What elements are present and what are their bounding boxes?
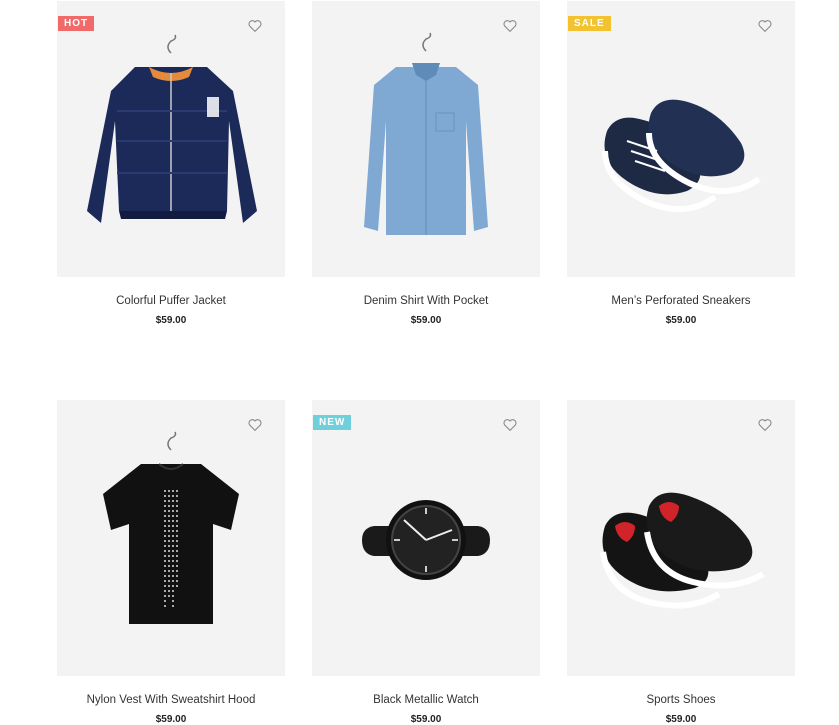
product-title[interactable]: Colorful Puffer Jacket (57, 293, 285, 309)
product-price: $59.00 (665, 714, 697, 725)
product-image[interactable]: SALE (567, 1, 795, 277)
heart-outline-icon[interactable] (757, 18, 773, 34)
badge-sale: SALE (568, 16, 611, 31)
watch-image (362, 500, 490, 580)
sports-shoes-image (600, 492, 765, 609)
product-price: $59.00 (155, 714, 187, 725)
heart-outline-icon[interactable] (502, 417, 518, 433)
sneakers-image (602, 99, 761, 213)
product-image[interactable] (312, 1, 540, 277)
product-price: $59.00 (410, 315, 442, 326)
product-title[interactable]: Sports Shoes (567, 692, 795, 708)
heart-outline-icon[interactable] (247, 18, 263, 34)
heart-outline-icon[interactable] (757, 417, 773, 433)
product-card: Sports Shoes $59.00 (567, 400, 795, 725)
product-price: $59.00 (410, 714, 442, 725)
product-image[interactable] (57, 400, 285, 676)
product-title[interactable]: Denim Shirt With Pocket (312, 293, 540, 309)
heart-outline-icon[interactable] (247, 417, 263, 433)
product-grid: HOT Colorful Puffer Jacket $59.00 Denim … (57, 1, 795, 725)
black-tshirt-image (103, 431, 239, 624)
product-card: Nylon Vest With Sweatshirt Hood $59.00 (57, 400, 285, 725)
product-title[interactable]: Nylon Vest With Sweatshirt Hood (57, 692, 285, 708)
product-price: $59.00 (155, 315, 187, 326)
badge-new: NEW (313, 415, 352, 430)
denim-shirt-image (364, 32, 488, 235)
product-card: HOT Colorful Puffer Jacket $59.00 (57, 1, 285, 326)
puffer-jacket-image (87, 34, 257, 223)
badge-hot: HOT (58, 16, 95, 31)
product-card: NEW Black Metallic Watch $59.00 (312, 400, 540, 725)
product-image[interactable] (567, 400, 795, 676)
product-image[interactable]: HOT (57, 1, 285, 277)
product-card: Denim Shirt With Pocket $59.00 (312, 1, 540, 326)
product-title[interactable]: Black Metallic Watch (312, 692, 540, 708)
product-card: SALE Men’s Perforated Sneakers $59.00 (567, 1, 795, 326)
product-title[interactable]: Men’s Perforated Sneakers (567, 293, 795, 309)
product-price: $59.00 (665, 315, 697, 326)
product-image[interactable]: NEW (312, 400, 540, 676)
heart-outline-icon[interactable] (502, 18, 518, 34)
